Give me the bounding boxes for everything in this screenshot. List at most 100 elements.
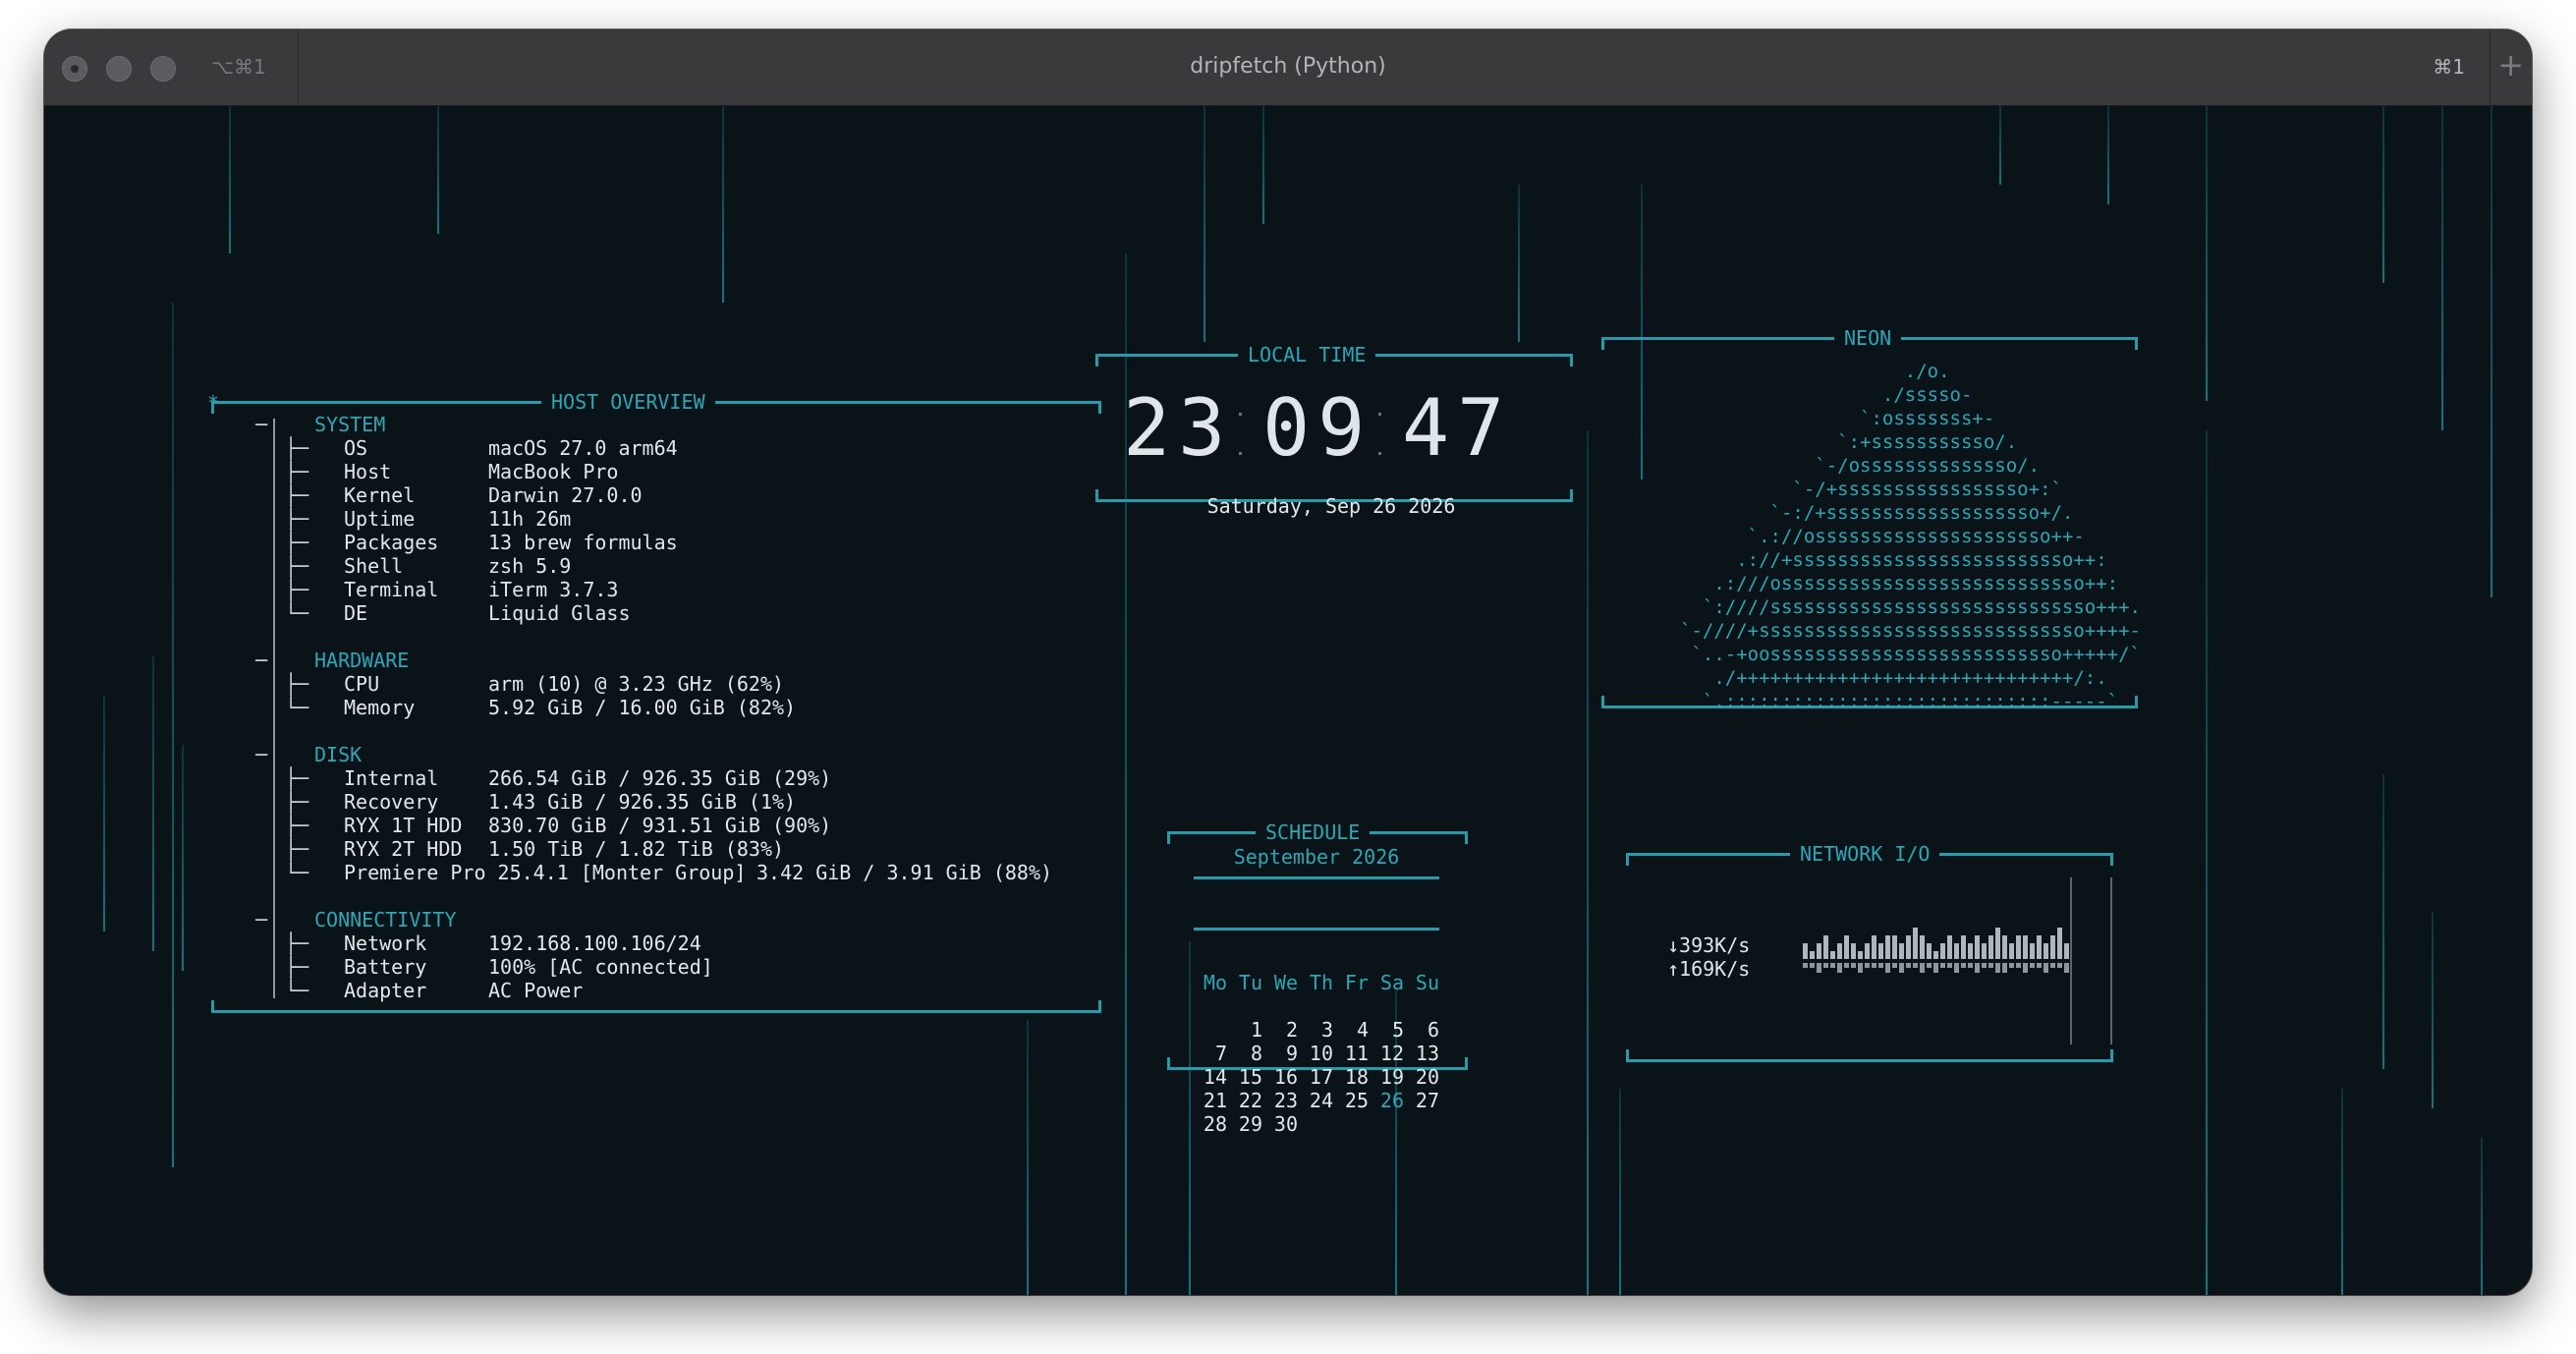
upload-bar xyxy=(1858,963,1863,973)
calendar-day[interactable]: 13 xyxy=(1404,1042,1439,1065)
download-bar xyxy=(1968,943,1973,959)
calendar-day[interactable]: 25 xyxy=(1333,1089,1369,1112)
row-value: 100% [AC connected] xyxy=(488,955,713,979)
clock-date: Saturday, Sep 26 2026 xyxy=(1206,494,1456,518)
calendar-day[interactable]: 23 xyxy=(1262,1089,1298,1112)
ascii-line: .:///osssssssssssssssssssssssssso++: xyxy=(1680,573,2119,594)
row-value: 1.50 TiB / 1.82 TiB (83%) xyxy=(488,837,785,861)
upload-bar xyxy=(1968,963,1973,968)
calendar-day[interactable]: 27 xyxy=(1404,1089,1439,1112)
calendar-day[interactable]: 3 xyxy=(1298,1018,1333,1042)
rain-streak xyxy=(152,656,154,951)
download-bar xyxy=(1851,943,1856,959)
calendar-day[interactable]: 5 xyxy=(1369,1018,1404,1042)
row-key: Adapter xyxy=(344,979,427,1002)
upload-bar xyxy=(2002,963,2007,973)
tree-branch: ─ xyxy=(255,649,268,672)
calendar-weekday: Su xyxy=(1415,971,1439,994)
tree-branch: ├─ xyxy=(285,531,309,554)
calendar-day[interactable]: 30 xyxy=(1262,1112,1298,1136)
calendar-day[interactable]: 1 xyxy=(1227,1018,1262,1042)
tree-branch: ─ xyxy=(255,413,268,436)
download-bar xyxy=(1947,935,1952,959)
row-key: CPU xyxy=(344,672,380,696)
calendar-month: September 2026 xyxy=(1233,845,1400,869)
ascii-line: ./sssso- xyxy=(1680,384,1973,406)
calendar-weekday: Mo xyxy=(1203,971,1227,994)
calendar-day[interactable]: 6 xyxy=(1404,1018,1439,1042)
row-value: arm (10) @ 3.23 GHz (62%) xyxy=(488,672,785,696)
rain-streak xyxy=(1619,1089,1621,1295)
row-key: Battery xyxy=(344,955,427,979)
calendar-day[interactable]: 17 xyxy=(1298,1065,1333,1089)
host-overview-title: HOST OVERVIEW xyxy=(541,391,715,413)
calendar-day[interactable]: 15 xyxy=(1227,1065,1262,1089)
calendar-day[interactable]: 9 xyxy=(1262,1042,1298,1065)
download-bar xyxy=(1940,943,1945,959)
download-bar xyxy=(2016,935,2021,959)
clock-minutes: 09 xyxy=(1262,382,1373,474)
calendar-day[interactable]: 29 xyxy=(1227,1112,1262,1136)
ascii-line: `-:/+sssssssssssssssssso+/. xyxy=(1680,502,2074,524)
upload-bar xyxy=(1892,963,1897,968)
calendar-day[interactable]: 16 xyxy=(1262,1065,1298,1089)
clock-hours: 23 xyxy=(1123,382,1234,474)
rain-streak xyxy=(722,106,724,303)
download-bar xyxy=(1899,943,1904,959)
calendar-day[interactable]: 28 xyxy=(1192,1112,1227,1136)
download-bar xyxy=(1803,943,1808,959)
tab-shortcut-label: ⌘1 xyxy=(2433,55,2465,79)
download-bar xyxy=(1913,928,1918,959)
download-bar xyxy=(2050,935,2055,959)
upload-bar xyxy=(2016,963,2021,968)
calendar-day[interactable]: 21 xyxy=(1192,1089,1227,1112)
rain-streak xyxy=(1027,1020,1029,1295)
title-divider-right xyxy=(2490,29,2491,105)
upload-bar xyxy=(1885,963,1890,973)
row-key: Packages xyxy=(344,531,439,554)
calendar-day[interactable]: 20 xyxy=(1404,1065,1439,1089)
row-value: macOS 27.0 arm64 xyxy=(488,436,678,460)
upload-bar xyxy=(2009,963,2014,968)
download-bar xyxy=(2002,935,2007,959)
terminal-content: * HOST OVERVIEW ─ SYSTEM ├─ OS macOS 27.0 ar… xyxy=(44,106,2532,1295)
host-marker: * xyxy=(207,391,220,415)
calendar-day[interactable]: 24 xyxy=(1298,1089,1333,1112)
row-key: Terminal xyxy=(344,578,439,601)
row-value: 13 brew formulas xyxy=(488,531,678,554)
row-value: 1.43 GiB / 926.35 GiB (1%) xyxy=(488,790,797,814)
new-tab-button[interactable]: + xyxy=(2497,46,2524,84)
calendar-day[interactable]: 22 xyxy=(1227,1089,1262,1112)
calendar-day[interactable]: 19 xyxy=(1369,1065,1404,1089)
calendar-weekday: We xyxy=(1273,971,1298,994)
rain-streak xyxy=(2491,106,2492,597)
upload-bar xyxy=(2057,963,2062,968)
row-key: Host xyxy=(344,460,392,483)
upload-bar xyxy=(1940,963,1945,968)
row-value: 192.168.100.106/24 xyxy=(488,931,701,955)
calendar-weekday: Fr xyxy=(1344,971,1369,994)
calendar-day[interactable]: 2 xyxy=(1262,1018,1298,1042)
tree-branch: ├─ xyxy=(285,578,309,601)
upload-bar xyxy=(2023,963,2028,973)
calendar-today[interactable]: 26 xyxy=(1369,1089,1404,1112)
rain-streak xyxy=(229,106,231,254)
rain-streak xyxy=(1204,106,1205,342)
row-value: 266.54 GiB / 926.35 GiB (29%) xyxy=(488,766,832,790)
calendar-day[interactable]: 11 xyxy=(1333,1042,1369,1065)
calendar-day[interactable]: 8 xyxy=(1227,1042,1262,1065)
calendar-weekday: Sa xyxy=(1379,971,1404,994)
clock-colon-dot xyxy=(1378,452,1381,455)
row-key: RYX 1T HDD xyxy=(344,814,463,837)
calendar-day[interactable]: 7 xyxy=(1192,1042,1227,1065)
tree-branch: ├─ xyxy=(285,790,309,814)
calendar-day[interactable]: 10 xyxy=(1298,1042,1333,1065)
rain-streak xyxy=(1641,185,1643,480)
calendar-day[interactable]: 14 xyxy=(1192,1065,1227,1089)
calendar-day[interactable]: 4 xyxy=(1333,1018,1369,1042)
tree-branch: ├─ xyxy=(285,672,309,696)
calendar-day[interactable]: 12 xyxy=(1369,1042,1404,1065)
download-bar xyxy=(1961,935,1966,959)
upload-bar xyxy=(1975,963,1980,973)
calendar-day[interactable]: 18 xyxy=(1333,1065,1369,1089)
